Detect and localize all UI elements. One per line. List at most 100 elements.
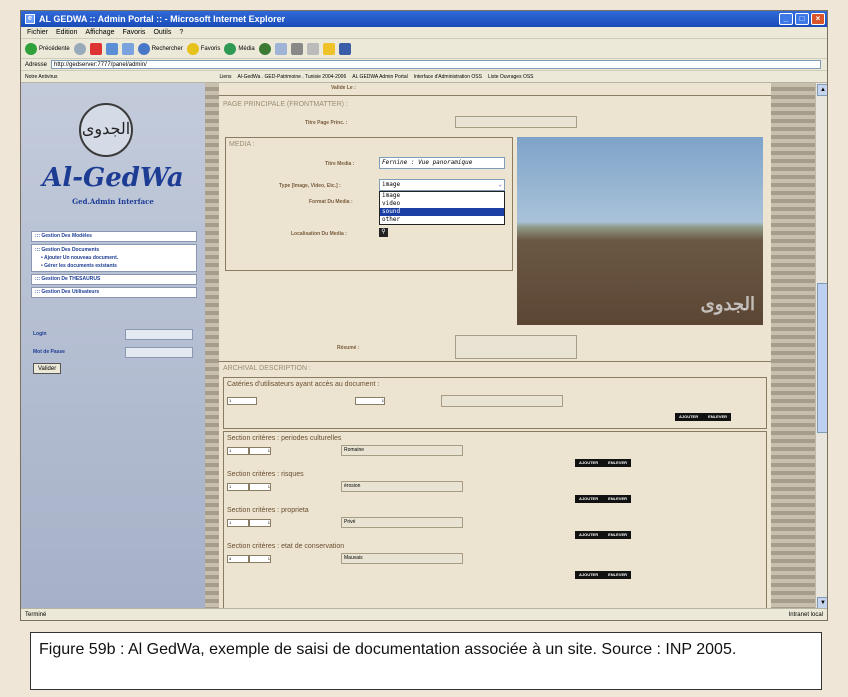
page-content: الجدوى Al-GedWa Ged.Admin Interface ::: …: [21, 83, 827, 610]
star-icon: [186, 42, 199, 55]
ie-icon: e: [25, 14, 35, 24]
menu-models[interactable]: ::: Gestion Des Modèles: [31, 231, 197, 242]
criteria-3-buttons: AJOUTER ENLEVER: [575, 531, 632, 539]
criteria-1-remove-button[interactable]: ENLEVER: [608, 459, 627, 467]
users-select[interactable]: [441, 395, 563, 407]
login-input[interactable]: [125, 328, 193, 340]
type-option-sound[interactable]: sound: [380, 208, 504, 216]
stop-icon[interactable]: [89, 42, 102, 55]
login-submit-button[interactable]: Valider: [33, 363, 62, 374]
type-option-other[interactable]: other: [380, 216, 504, 224]
users-input-2[interactable]: 1: [355, 397, 385, 405]
link-gedwa-site[interactable]: Al-GedWa . GED-Patrimoine . Tunisie 2004…: [237, 74, 346, 80]
criteria-title-2: Section critères : risques: [227, 471, 304, 478]
main-form: Valide Le : PAGE PRINCIPALE (FRONTMATTER…: [219, 83, 771, 610]
menu-edit[interactable]: Edition: [56, 29, 77, 36]
maximize-button[interactable]: □: [795, 13, 809, 25]
scroll-thumb[interactable]: [817, 283, 827, 433]
home-icon[interactable]: [121, 42, 134, 55]
mail-icon[interactable]: [274, 42, 287, 55]
criteria-4-remove-button[interactable]: ENLEVER: [608, 571, 627, 579]
criteria-1-buttons: AJOUTER ENLEVER: [575, 459, 632, 467]
criteria-3-v1[interactable]: 1: [227, 519, 249, 527]
login-form: Login Mot de Passe Valider: [33, 325, 193, 374]
minimize-button[interactable]: _: [779, 13, 793, 25]
criteria-4-add-button[interactable]: AJOUTER: [579, 571, 598, 579]
media-button[interactable]: Média: [224, 42, 255, 55]
refresh-icon[interactable]: [105, 42, 118, 55]
vertical-scrollbar[interactable]: ▲ ▼: [815, 83, 827, 610]
history-icon[interactable]: [258, 42, 271, 55]
titre-media-input[interactable]: Fernine : Vue panoramique: [379, 157, 505, 169]
titre-media-label: Titre Media :: [325, 161, 355, 167]
link-oss-list[interactable]: Liste Ouvrages OSS: [488, 74, 534, 80]
criteria-2-value[interactable]: érosion: [341, 481, 463, 492]
edit-icon[interactable]: [306, 42, 319, 55]
menu-users[interactable]: ::: Gestion Des Utilisateurs: [31, 287, 197, 298]
photo-watermark: الجدوى: [700, 294, 755, 315]
link-admin-portal[interactable]: AL GEDWA Admin Portal: [352, 74, 407, 80]
search-label: Rechercher: [151, 45, 183, 52]
criteria-2-remove-button[interactable]: ENLEVER: [608, 495, 627, 503]
status-zone: Intranet local: [788, 611, 823, 618]
magnifier-icon[interactable]: ⚲: [379, 228, 388, 237]
links-label: Liens: [219, 73, 232, 80]
criteria-3-v2[interactable]: 1: [249, 519, 271, 527]
type-option-video[interactable]: video: [380, 200, 504, 208]
criteria-4-value[interactable]: Mauvais: [341, 553, 463, 564]
type-dropdown[interactable]: image video sound other: [379, 191, 505, 225]
criteria-2-v2[interactable]: 1: [249, 483, 271, 491]
link-oss-admin[interactable]: Interface d'Administration OSS: [414, 74, 482, 80]
criteria-1-add-button[interactable]: AJOUTER: [579, 459, 598, 467]
address-bar: Adresse http://gedserver:7777/panel/admi…: [21, 59, 827, 71]
criteria-panel: [223, 431, 767, 610]
print-icon[interactable]: [290, 42, 303, 55]
right-border-pattern: [771, 83, 815, 610]
criteria-1-v1[interactable]: 1: [227, 447, 249, 455]
users-remove-button[interactable]: ENLEVER: [708, 413, 727, 421]
criteria-2-v1[interactable]: 1: [227, 483, 249, 491]
address-input[interactable]: http://gedserver:7777/panel/admin/: [51, 60, 821, 69]
back-button[interactable]: Précédente: [25, 42, 70, 55]
toolbar: Précédente Rechercher Favoris Média: [21, 39, 827, 59]
criteria-3-remove-button[interactable]: ENLEVER: [608, 531, 627, 539]
menu-documents-head[interactable]: ::: Gestion Des Documents: [35, 246, 193, 254]
frontmatter-title: PAGE PRINCIPALE (FRONTMATTER) :: [223, 101, 348, 108]
forward-icon[interactable]: [73, 42, 86, 55]
type-label: Type [Image, Video, Etc.] :: [279, 183, 341, 189]
users-add-button[interactable]: AJOUTER: [679, 413, 698, 421]
media-icon: [224, 42, 237, 55]
menu-thesaurus[interactable]: ::: Gestion De THESAURUS: [31, 274, 197, 285]
menu-view[interactable]: Affichage: [85, 29, 114, 36]
search-button[interactable]: Rechercher: [137, 42, 183, 55]
criteria-1-v2[interactable]: 1: [249, 447, 271, 455]
criteria-4-v2[interactable]: 1: [249, 555, 271, 563]
scroll-up-icon[interactable]: ▲: [817, 84, 827, 96]
favorites-button[interactable]: Favoris: [186, 42, 220, 55]
menu-add-document[interactable]: • Ajouter Un nouveau document.: [35, 254, 193, 262]
close-button[interactable]: ×: [811, 13, 825, 25]
type-select[interactable]: image ⌄: [379, 179, 505, 191]
menu-file[interactable]: Fichier: [27, 29, 48, 36]
criteria-2-buttons: AJOUTER ENLEVER: [575, 495, 632, 503]
password-input[interactable]: [125, 346, 193, 358]
criteria-4-v1[interactable]: 4: [227, 555, 249, 563]
type-option-image[interactable]: image: [380, 192, 504, 200]
menu-favorites[interactable]: Favoris: [122, 29, 145, 36]
admin-menu: ::: Gestion Des Modèles ::: Gestion Des …: [31, 231, 197, 300]
format-label: Format Du Media :: [309, 199, 353, 205]
resume-textarea[interactable]: [455, 335, 577, 359]
criteria-3-add-button[interactable]: AJOUTER: [579, 531, 598, 539]
menu-help[interactable]: ?: [179, 29, 183, 36]
criteria-1-value[interactable]: Romaine: [341, 445, 463, 456]
media-title: MEDIA :: [229, 141, 255, 148]
menu-manage-documents[interactable]: • Gérer les documents existants: [35, 262, 193, 270]
criteria-3-value[interactable]: Privé: [341, 517, 463, 528]
folder-icon[interactable]: [322, 42, 335, 55]
title-page-input[interactable]: [455, 116, 577, 128]
messenger-icon[interactable]: [338, 42, 351, 55]
resume-label: Résumé :: [337, 345, 360, 351]
criteria-2-add-button[interactable]: AJOUTER: [579, 495, 598, 503]
users-input-1[interactable]: 1: [227, 397, 257, 405]
menu-tools[interactable]: Outils: [153, 29, 171, 36]
